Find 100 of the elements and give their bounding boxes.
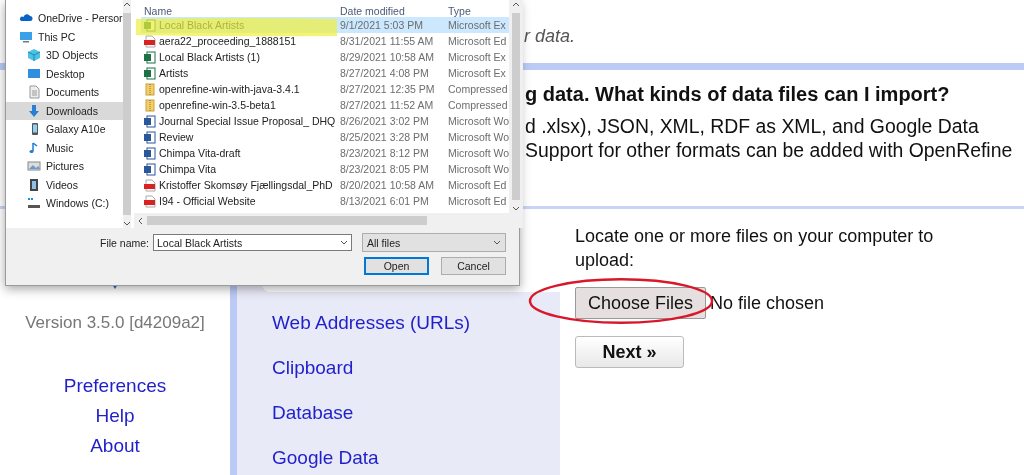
file-date: 8/27/2021 12:35 PM bbox=[340, 83, 436, 95]
footer-link[interactable]: Preferences bbox=[63, 371, 167, 401]
file-name: Chimpa Vita-draft bbox=[159, 147, 241, 159]
file-name: Local Black Artists bbox=[159, 19, 245, 31]
file-name: I94 - Official Website bbox=[159, 195, 256, 207]
footer-link[interactable]: About bbox=[90, 431, 140, 461]
pdf-icon bbox=[144, 194, 156, 208]
horizontal-scrollbar[interactable] bbox=[134, 213, 524, 228]
document-icon bbox=[27, 85, 41, 100]
dialog-button[interactable]: Open bbox=[364, 257, 429, 275]
file-date: 8/31/2021 11:55 AM bbox=[340, 35, 435, 47]
scroll-down-icon bbox=[122, 221, 131, 226]
pictures-icon bbox=[27, 159, 41, 174]
nav-item[interactable]: Windows (C:) bbox=[6, 194, 123, 213]
nav-item[interactable]: This PC bbox=[6, 27, 123, 46]
file-type: Microsoft Ex bbox=[448, 67, 507, 79]
source-link[interactable]: Database bbox=[237, 390, 560, 435]
scrollbar[interactable] bbox=[509, 0, 524, 213]
file-row[interactable]: aera22_proceeding_1888151 8/31/2021 11:55 AM Microsoft Ed bbox=[141, 33, 510, 49]
download-icon bbox=[27, 103, 41, 118]
nav-item[interactable]: Music bbox=[6, 138, 123, 157]
cube-icon bbox=[27, 48, 41, 63]
word-document-icon bbox=[144, 130, 156, 144]
file-name: openrefine-win-3.5-beta1 bbox=[159, 99, 276, 111]
caret-icon bbox=[493, 240, 501, 245]
file-row[interactable]: Kristoffer Skomsøy Fjællingsdal_PhD 8/20/2021 10:58 AM Microsoft Ed bbox=[141, 177, 510, 193]
nav-item[interactable]: 3D Objects bbox=[6, 46, 123, 65]
file-name: Review bbox=[159, 131, 194, 143]
version-text: Version 3.5.0 [d4209a2] bbox=[25, 313, 205, 333]
drive-icon bbox=[27, 196, 41, 211]
file-row[interactable]: Chimpa Vita 8/23/2021 8:05 PM Microsoft Wo bbox=[141, 161, 510, 177]
file-date: 8/20/2021 10:58 AM bbox=[340, 179, 435, 191]
source-link[interactable]: Google Data bbox=[237, 435, 560, 475]
nav-item[interactable]: Documents bbox=[6, 83, 123, 102]
computer-icon bbox=[19, 29, 33, 44]
file-row[interactable]: Artists 8/27/2021 4:08 PM Microsoft Ex bbox=[141, 65, 510, 81]
dialog-button[interactable]: Cancel bbox=[441, 257, 506, 275]
faq-question: g data. What kinds of data files can I import? bbox=[525, 83, 951, 106]
file-name: aera22_proceeding_1888151 bbox=[159, 35, 297, 47]
scroll-up-icon bbox=[122, 2, 131, 7]
file-date: 8/23/2021 8:12 PM bbox=[340, 147, 430, 159]
file-date: 8/27/2021 4:08 PM bbox=[340, 67, 430, 79]
file-date: 8/29/2021 10:58 AM bbox=[340, 51, 435, 63]
file-date: 8/25/2021 3:28 PM bbox=[340, 131, 430, 143]
file-row[interactable]: openrefine-win-with-java-3.4.1 8/27/2021 12:35 PM Compressed bbox=[141, 81, 510, 97]
desktop-icon bbox=[27, 66, 41, 81]
next-button[interactable]: Next » bbox=[575, 336, 684, 368]
file-date: 8/27/2021 11:52 AM bbox=[340, 99, 435, 111]
nav-item[interactable]: Pictures bbox=[6, 157, 123, 176]
file-name: Artists bbox=[159, 67, 189, 79]
upload-prompt: Locate one or more files on your computer to upload: bbox=[575, 225, 935, 272]
file-name: openrefine-win-with-java-3.4.1 bbox=[159, 83, 300, 95]
file-date: 8/13/2021 6:01 PM bbox=[340, 195, 430, 207]
choose-files-button[interactable]: Choose Files bbox=[575, 287, 707, 319]
source-link[interactable]: Web Addresses (URLs) bbox=[237, 300, 560, 345]
file-type: Microsoft Wo bbox=[448, 115, 510, 127]
footer-link[interactable]: Help bbox=[95, 401, 135, 431]
nav-item[interactable]: Galaxy A10e bbox=[6, 120, 123, 139]
zip-folder-icon bbox=[144, 82, 156, 96]
source-link[interactable]: Clipboard bbox=[237, 345, 560, 390]
file-row[interactable]: Review 8/25/2021 3:28 PM Microsoft Wo bbox=[141, 129, 510, 145]
scroll-down-icon bbox=[512, 206, 521, 211]
nav-item[interactable]: Videos bbox=[6, 175, 123, 194]
intro-text: r data. bbox=[524, 26, 576, 47]
file-type: Compressed bbox=[448, 83, 509, 95]
file-date: 8/23/2021 8:05 PM bbox=[340, 163, 430, 175]
file-name: Local Black Artists (1) bbox=[159, 51, 260, 63]
file-type: Microsoft Ex bbox=[448, 51, 507, 63]
scroll-up-icon bbox=[512, 2, 521, 7]
scrollbar[interactable] bbox=[122, 0, 131, 228]
file-row[interactable]: Local Black Artists (1) 8/29/2021 10:58 AM Microsoft Ex bbox=[141, 49, 510, 65]
file-type: Microsoft Wo bbox=[448, 163, 510, 175]
file-name: Kristoffer Skomsøy Fjællingsdal_PhD bbox=[159, 179, 333, 191]
spreadsheet-icon bbox=[144, 66, 156, 80]
column-header[interactable]: Type bbox=[448, 5, 510, 17]
file-type: Microsoft Wo bbox=[448, 131, 510, 143]
file-row[interactable]: I94 - Official Website 8/13/2021 6:01 PM Microsoft Ed bbox=[141, 193, 510, 209]
file-type: Microsoft Ex bbox=[448, 19, 507, 31]
file-date: 9/1/2021 5:03 PM bbox=[340, 19, 424, 31]
file-type: Microsoft Ed bbox=[448, 35, 508, 47]
column-header[interactable]: Name bbox=[144, 5, 340, 17]
zip-folder-icon bbox=[144, 98, 156, 112]
file-name: Chimpa Vita bbox=[159, 163, 216, 175]
word-document-icon bbox=[144, 162, 156, 176]
pdf-icon bbox=[144, 34, 156, 48]
file-name-label: File name: bbox=[99, 236, 149, 249]
nav-item[interactable]: Desktop bbox=[6, 64, 123, 83]
file-row[interactable]: Journal Special Issue Proposal_ DHQ 8/26/2021 3:02 PM Microsoft Wo bbox=[141, 113, 510, 129]
file-type-dropdown[interactable]: All files bbox=[362, 233, 506, 252]
scroll-left-icon bbox=[138, 216, 143, 225]
spreadsheet-icon bbox=[144, 50, 156, 64]
nav-item[interactable]: OneDrive - Persor bbox=[6, 9, 123, 28]
film-icon bbox=[27, 177, 41, 192]
word-document-icon bbox=[144, 146, 156, 160]
file-row[interactable]: Chimpa Vita-draft 8/23/2021 8:12 PM Microsoft Wo bbox=[141, 145, 510, 161]
column-header[interactable]: Date modified bbox=[340, 5, 448, 17]
nav-item[interactable]: Downloads bbox=[6, 101, 123, 120]
file-name-field[interactable]: Local Black Artists bbox=[153, 234, 352, 251]
file-date: 8/26/2021 3:02 PM bbox=[340, 115, 430, 127]
file-row[interactable]: openrefine-win-3.5-beta1 8/27/2021 11:52 AM Compressed bbox=[141, 97, 510, 113]
